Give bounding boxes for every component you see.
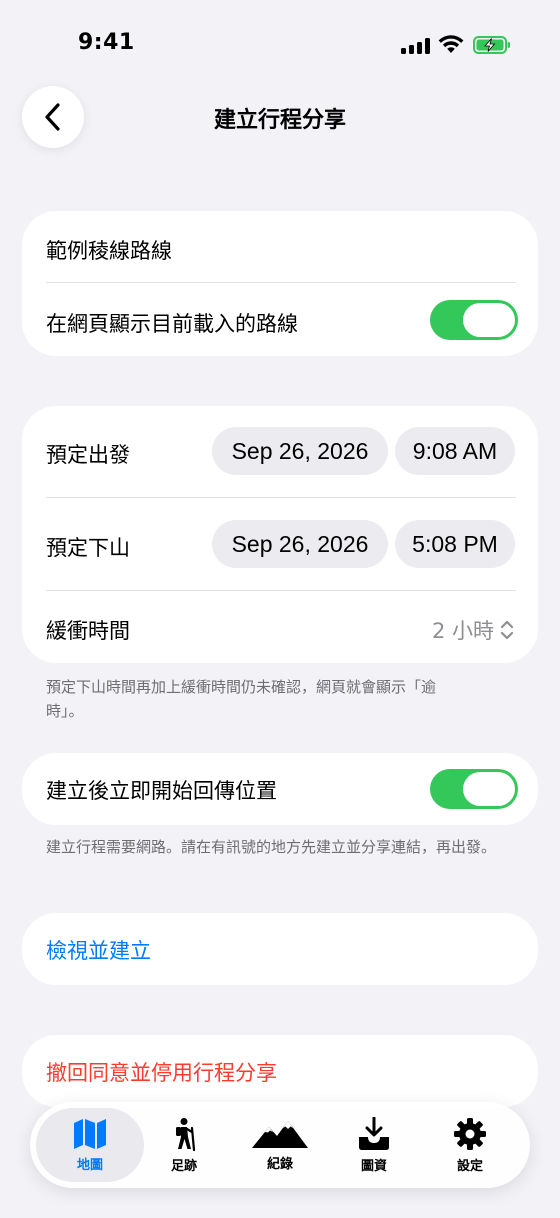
departure-label: 預定出發 — [46, 443, 130, 467]
tab-label: 設定 — [456, 1158, 483, 1174]
tab-label: 地圖 — [76, 1157, 103, 1173]
tab-map[interactable]: 地圖 — [36, 1108, 144, 1182]
buffer-value: 2 小時 — [431, 619, 494, 643]
tab-bar: 地圖 足跡 紀錄 圖資 設定 — [30, 1102, 530, 1188]
buffer-picker[interactable]: 2 小時 — [432, 615, 514, 645]
map-icon — [74, 1118, 106, 1149]
buffer-label: 緩衝時間 — [46, 619, 130, 643]
start-location-toggle[interactable] — [430, 769, 518, 809]
tab-map-data[interactable]: 圖資 — [320, 1108, 428, 1182]
tab-label: 圖資 — [360, 1158, 387, 1174]
route-name: 範例稜線路線 — [46, 239, 172, 263]
page-title: 建立行程分享 — [213, 108, 346, 133]
chevron-up-down-icon — [500, 620, 514, 640]
schedule-card: 預定出發 Sep 26, 2026 9:08 AM 預定下山 Sep 26, 2… — [22, 406, 538, 663]
status-time: 9:41 — [78, 30, 135, 55]
tab-footprints[interactable]: 足跡 — [130, 1108, 238, 1182]
show-route-label: 在網頁顯示目前載入的路線 — [46, 312, 298, 336]
location-card: 建立後立即開始回傳位置 — [22, 753, 538, 825]
divider — [46, 282, 516, 283]
schedule-footnote: 預定下山時間再加上緩衝時間仍未確認，網頁就會顯示「逾時」。 — [46, 678, 437, 720]
divider — [46, 590, 516, 591]
hiker-icon — [176, 1117, 196, 1151]
review-create-label: 檢視並建立 — [46, 939, 151, 963]
gear-icon — [454, 1117, 486, 1150]
descent-label: 預定下山 — [46, 536, 130, 560]
divider — [46, 497, 516, 498]
show-route-toggle[interactable] — [430, 300, 518, 340]
toggle-knob — [463, 303, 515, 337]
departure-time-picker[interactable]: 9:08 AM — [395, 427, 515, 475]
wifi-icon — [438, 35, 464, 53]
toggle-knob — [463, 772, 515, 806]
start-location-label: 建立後立即開始回傳位置 — [46, 779, 277, 803]
departure-date-picker[interactable]: Sep 26, 2026 — [212, 427, 388, 475]
revoke-label: 撤回同意並停用行程分享 — [46, 1061, 277, 1085]
descent-time-picker[interactable]: 5:08 PM — [395, 520, 515, 568]
cellular-signal-icon — [401, 38, 431, 54]
tab-settings[interactable]: 設定 — [416, 1108, 524, 1182]
route-card: 範例稜線路線 在網頁顯示目前載入的路線 — [22, 211, 538, 356]
status-bar: 9:41 — [0, 0, 560, 90]
location-footnote: 建立行程需要網路。請在有訊號的地方先建立並分享連結，再出發。 — [46, 838, 497, 856]
mountains-icon — [252, 1120, 308, 1148]
tab-label: 紀錄 — [266, 1156, 293, 1172]
tab-records[interactable]: 紀錄 — [226, 1108, 334, 1182]
battery-charging-icon — [473, 36, 510, 54]
review-create-button[interactable]: 檢視並建立 — [22, 913, 538, 985]
descent-date-picker[interactable]: Sep 26, 2026 — [212, 520, 388, 568]
revoke-button[interactable]: 撤回同意並停用行程分享 — [22, 1035, 538, 1107]
tab-label: 足跡 — [170, 1158, 197, 1174]
tray-download-icon — [359, 1116, 389, 1150]
